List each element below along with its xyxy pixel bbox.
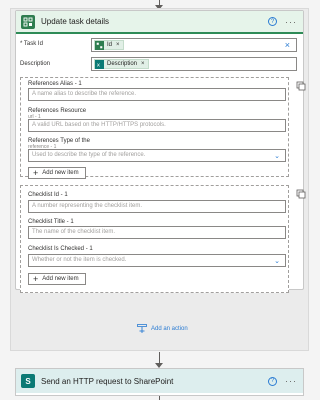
switch-to-array-input-icon[interactable]	[296, 81, 306, 91]
checklist-title-placeholder: The name of the checklist item.	[32, 229, 116, 235]
references-add-new-item-button[interactable]: + Add new item	[28, 167, 86, 179]
plus-icon: +	[33, 274, 39, 284]
checklist-is-checked-placeholder: Whether or not the item is checked.	[32, 257, 127, 263]
sharepoint-icon: S	[21, 374, 35, 388]
description-row: Description	[20, 61, 82, 67]
update-task-details-card: Update task details ? ··· * Task Id Id ×…	[15, 10, 306, 293]
references-type-placeholder: Used to describe the type of the referen…	[32, 152, 146, 158]
chevron-down-icon: ⌄	[274, 258, 280, 265]
description-token-label: Description	[107, 61, 138, 67]
add-an-action-button[interactable]: Add an action	[137, 324, 188, 334]
help-icon[interactable]: ?	[268, 17, 277, 26]
remove-token-icon[interactable]: ×	[141, 61, 145, 67]
clear-icon[interactable]: ×	[285, 40, 290, 50]
add-action-icon	[137, 324, 147, 333]
more-options-icon[interactable]: ···	[285, 376, 297, 386]
help-icon[interactable]: ?	[268, 376, 277, 386]
add-new-item-label: Add new item	[42, 276, 79, 282]
task-id-row: * Task Id	[20, 41, 82, 47]
chevron-down-icon: ⌄	[274, 153, 280, 160]
checklist-add-new-item-button[interactable]: + Add new item	[28, 273, 86, 285]
checklist-id-label: Checklist Id - 1	[28, 192, 68, 198]
references-resource-input[interactable]: A valid URL based on the HTTP/HTTPS prot…	[28, 119, 286, 132]
add-new-item-label: Add new item	[42, 170, 79, 176]
description-token[interactable]: x Description ×	[94, 59, 149, 69]
references-alias-label: References Alias - 1	[28, 81, 82, 87]
task-id-token-label: Id	[107, 42, 113, 48]
checklist-title-label: Checklist Title - 1	[28, 219, 74, 225]
references-alias-placeholder: A name alias to describe the reference.	[32, 91, 137, 97]
checklist-is-checked-dropdown[interactable]: Whether or not the item is checked. ⌄	[28, 254, 286, 267]
task-id-input[interactable]: Id × ×	[91, 38, 297, 52]
sp-card-title: Send an HTTP request to SharePoint	[41, 376, 174, 386]
task-id-label: * Task Id	[20, 41, 43, 47]
add-an-action-label: Add an action	[151, 326, 188, 332]
checklist-id-placeholder: A number representing the checklist item…	[32, 203, 143, 209]
checklist-id-input[interactable]: A number representing the checklist item…	[28, 200, 286, 213]
switch-to-array-input-icon[interactable]	[296, 189, 306, 199]
references-alias-input[interactable]: A name alias to describe the reference.	[28, 88, 286, 101]
planner-icon	[21, 14, 35, 29]
checklist-title-input[interactable]: The name of the checklist item.	[28, 226, 286, 239]
references-type-dropdown[interactable]: Used to describe the type of the referen…	[28, 149, 286, 162]
variable-token-icon: x	[95, 59, 104, 69]
more-options-icon[interactable]: ···	[285, 17, 297, 27]
bottom-out-connector	[159, 396, 160, 400]
card-title: Update task details	[41, 17, 110, 26]
checklist-is-checked-label: Checklist Is Checked - 1	[28, 246, 93, 252]
description-input[interactable]: x Description ×	[91, 57, 297, 71]
plus-icon: +	[33, 168, 39, 178]
svg-text:x: x	[97, 62, 101, 67]
remove-token-icon[interactable]: ×	[116, 42, 120, 48]
sp-card-header[interactable]: S Send an HTTP request to SharePoint ? ·…	[16, 369, 303, 393]
references-resource-placeholder: A valid URL based on the HTTP/HTTPS prot…	[32, 122, 166, 128]
description-label: Description	[20, 61, 51, 67]
task-id-token[interactable]: Id ×	[94, 40, 124, 50]
card-header[interactable]: Update task details ? ···	[16, 11, 303, 34]
planner-token-icon	[95, 40, 104, 50]
send-http-request-sharepoint-card: S Send an HTTP request to SharePoint ? ·…	[15, 368, 304, 396]
